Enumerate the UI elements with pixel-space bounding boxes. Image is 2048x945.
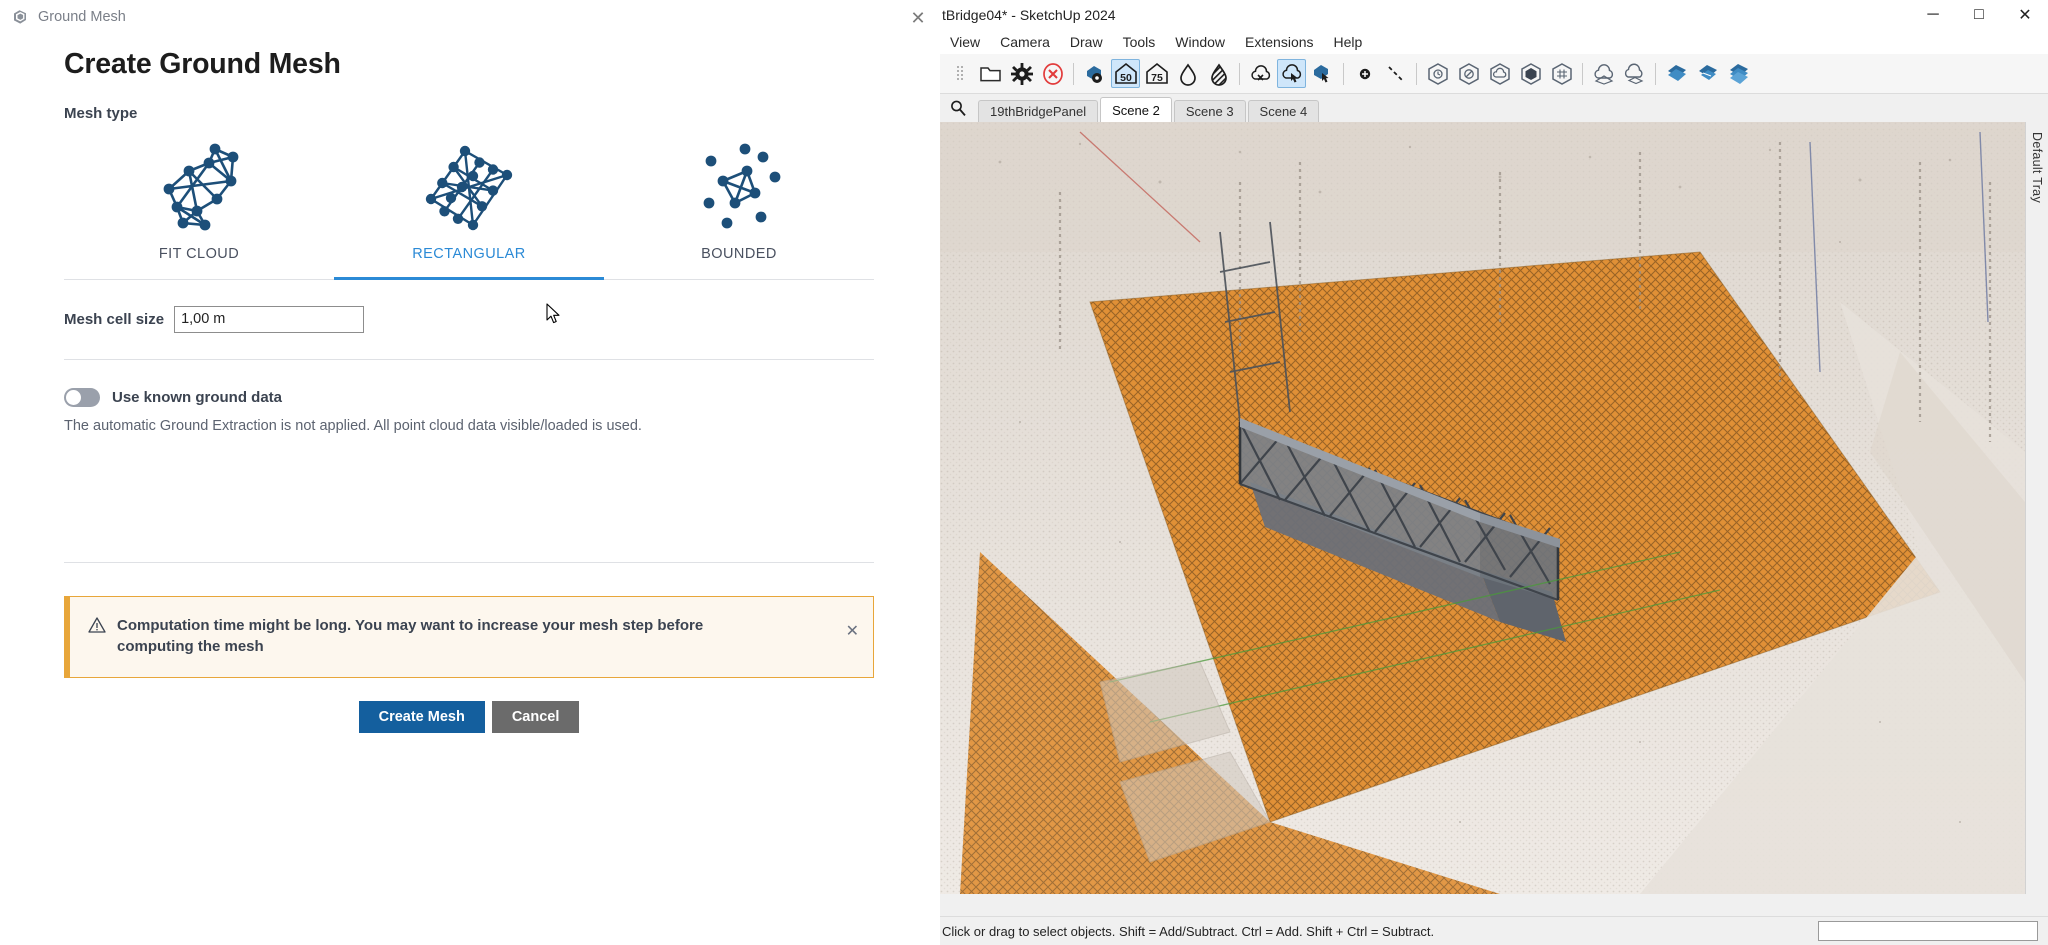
toolbar-separator [1073,63,1074,85]
default-tray-label: Default Tray [2030,132,2044,203]
toolbar-separator [1416,63,1417,85]
dialog-title: Ground Mesh [38,9,126,25]
sketchup-titlebar: tBridge04* - SketchUp 2024 ─ □ ✕ [940,0,2048,30]
warning-text: Computation time might be long. You may … [117,615,757,658]
scene-tab-scene-4[interactable]: Scene 4 [1248,100,1320,122]
blue-panel-icon[interactable] [1662,59,1691,88]
density-75-icon[interactable]: 75 [1142,59,1171,88]
ground-mesh-dialog: Ground Mesh ✕ Create Ground Mesh Mesh ty… [0,0,940,945]
warning-banner: Computation time might be long. You may … [64,596,874,678]
sketchup-menubar: ViewCameraDrawToolsWindowExtensionsHelp [940,30,2048,54]
open-folder-icon[interactable] [976,59,1005,88]
point-cloud-info-icon[interactable] [1080,59,1109,88]
magnifier-icon[interactable] [944,95,972,121]
scene-tab-scene-2[interactable]: Scene 2 [1100,97,1172,122]
dialog-titlebar: Ground Mesh [0,0,940,34]
hex-grid-icon[interactable] [1547,59,1576,88]
menu-draw[interactable]: Draw [1060,32,1113,52]
drop-outline-icon[interactable] [1173,59,1202,88]
mesh-type-rectangular[interactable]: RECTANGULAR [334,138,604,279]
sketchup-cube-icon [10,7,30,27]
rectangular-grid-mesh-icon [417,138,521,236]
toolbar-separator [1239,63,1240,85]
mouse-cursor [546,303,561,330]
use-known-ground-label: Use known ground data [112,389,282,406]
menu-camera[interactable]: Camera [990,32,1060,52]
hex-clock-icon[interactable] [1423,59,1452,88]
warning-close-icon[interactable]: ✕ [846,624,859,640]
gear-settings-icon[interactable] [1007,59,1036,88]
bounded-points-mesh-icon [687,138,791,236]
line-dash-icon[interactable] [1381,59,1410,88]
hex-slash-icon[interactable] [1454,59,1483,88]
use-known-ground-toggle[interactable] [64,388,100,407]
sketchup-window-title: tBridge04* - SketchUp 2024 [940,7,1116,23]
add-point-icon[interactable] [1350,59,1379,88]
hex-cloud-icon[interactable] [1485,59,1514,88]
scene-tab-bar: 19thBridgePanelScene 2Scene 3Scene 4 [940,95,2048,122]
delete-circle-x-icon[interactable] [1038,59,1067,88]
scene-tab-scene-3[interactable]: Scene 3 [1174,100,1246,122]
mesh-type-label: FIT CLOUD [159,236,239,279]
menu-window[interactable]: Window [1165,32,1235,52]
dialog-body: Create Ground Mesh Mesh type [0,34,940,945]
use-known-ground-description: The automatic Ground Extraction is not a… [64,418,874,434]
svg-text:75: 75 [1151,72,1163,84]
divider [64,359,874,360]
mesh-type-label: BOUNDED [701,236,777,279]
menu-view[interactable]: View [940,32,990,52]
toolbar-separator [1655,63,1656,85]
density-50-icon[interactable]: 50 [1111,59,1140,88]
default-tray-panel[interactable]: Default Tray [2025,122,2048,894]
status-text: Click or drag to select objects. Shift =… [940,924,1434,939]
divider [64,562,874,563]
mesh-type-fit-cloud[interactable]: FIT CLOUD [64,138,334,279]
toggle-knob [66,390,81,405]
cloud-mesh-alt-icon[interactable] [1620,59,1649,88]
mesh-cell-size-input[interactable] [174,306,364,333]
dialog-actions: Create Mesh Cancel [64,701,874,733]
drag-handle-icon[interactable] [945,59,974,88]
menu-extensions[interactable]: Extensions [1235,32,1323,52]
mesh-cell-size-row: Mesh cell size [64,306,874,333]
menu-help[interactable]: Help [1324,32,1373,52]
drop-hatched-icon[interactable] [1204,59,1233,88]
mesh-type-bounded[interactable]: BOUNDED [604,138,874,279]
use-known-ground-toggle-row: Use known ground data [64,388,874,407]
minimize-icon[interactable]: ─ [1910,0,1956,30]
cloud-x-icon[interactable] [1246,59,1275,88]
toolbar-separator [1343,63,1344,85]
model-viewport[interactable] [940,122,2025,894]
warning-triangle-icon [88,616,106,639]
mesh-type-section-label: Mesh type [64,105,874,122]
irregular-mesh-icon [147,138,251,236]
window-controls: ─ □ ✕ [1910,0,2048,30]
menu-tools[interactable]: Tools [1113,32,1166,52]
point-cloud-bridge-scene [940,122,2025,894]
cloud-mesh-icon[interactable] [1589,59,1618,88]
status-bar: Click or drag to select objects. Shift =… [940,916,2048,945]
mesh-type-label: RECTANGULAR [412,236,525,279]
mesh-type-tabs: FIT CLOUD [64,138,874,280]
sketchup-toolbar: 50 75 [940,54,2048,94]
hex-solid-icon[interactable] [1516,59,1545,88]
mesh-cell-size-label: Mesh cell size [64,311,164,328]
toolbar-separator [1582,63,1583,85]
page-title: Create Ground Mesh [64,48,874,81]
sketchup-window: tBridge04* - SketchUp 2024 ─ □ ✕ ViewCam… [940,0,2048,945]
cloud-select-icon[interactable] [1277,59,1306,88]
close-icon[interactable]: ✕ [2002,0,2048,30]
blue-panel-grid-icon[interactable] [1693,59,1722,88]
create-mesh-button[interactable]: Create Mesh [359,701,485,733]
scene-tab-19thbridgepanel[interactable]: 19thBridgePanel [978,100,1098,122]
layers-hand-icon[interactable] [1308,59,1337,88]
svg-text:50: 50 [1120,72,1132,84]
measurement-input[interactable] [1818,921,2038,941]
cancel-button[interactable]: Cancel [492,701,580,733]
blue-panel-layers-icon[interactable] [1724,59,1753,88]
dialog-close-icon[interactable]: ✕ [905,6,931,30]
maximize-icon[interactable]: □ [1956,0,2002,30]
